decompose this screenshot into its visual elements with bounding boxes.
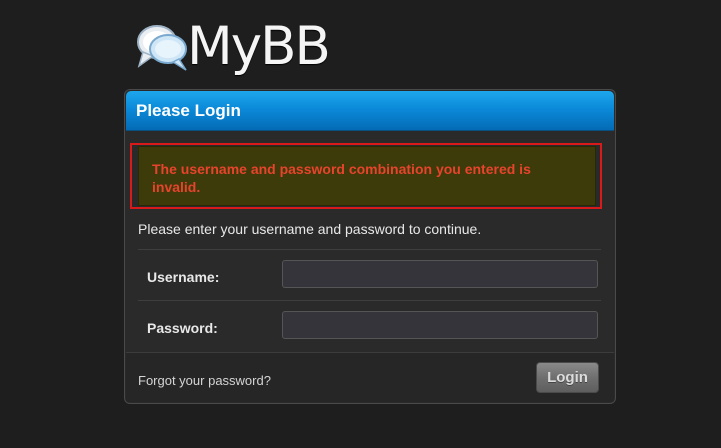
password-input[interactable] — [282, 311, 598, 339]
error-box: The username and password combination yo… — [130, 143, 602, 209]
mybb-logo: MyBB — [135, 16, 331, 80]
panel-header: Please Login — [126, 91, 614, 131]
login-panel: Please Login The username and password c… — [124, 89, 616, 404]
forgot-password-link[interactable]: Forgot your password? — [138, 373, 271, 389]
login-page: MyBB Please Login The username and passw… — [0, 0, 721, 448]
panel-title: Please Login — [136, 101, 241, 120]
panel-footer: Forgot your password? Login — [126, 352, 614, 402]
login-intro-text: Please enter your username and password … — [138, 221, 482, 237]
speech-bubbles-icon — [137, 25, 187, 71]
login-button[interactable]: Login — [536, 362, 599, 393]
username-input[interactable] — [282, 260, 598, 288]
divider — [138, 249, 601, 250]
divider — [138, 300, 601, 301]
logo-text: MyBB — [187, 16, 331, 77]
error-message: The username and password combination yo… — [152, 161, 531, 195]
username-label: Username: — [147, 269, 220, 285]
password-label: Password: — [147, 320, 218, 336]
error-box-inner: The username and password combination yo… — [138, 146, 596, 206]
